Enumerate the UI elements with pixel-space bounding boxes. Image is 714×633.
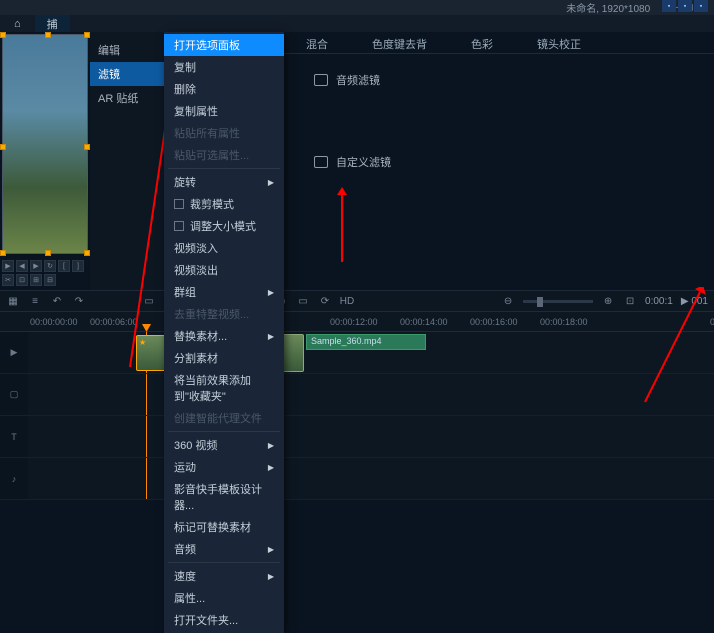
tool-j[interactable]: HD <box>340 294 354 308</box>
tab-filter[interactable]: 滤镜 <box>90 62 164 86</box>
menu-item[interactable]: 视频淡出 <box>164 259 284 281</box>
tc-button[interactable]: ⊡ <box>16 274 28 286</box>
tool-a[interactable]: ▭ <box>142 294 156 308</box>
custom-filter-icon <box>314 156 328 168</box>
context-menu: 打开选项面板复制删除复制属性粘贴所有属性粘贴可选属性... 旋转▶裁剪模式调整大小… <box>164 32 284 633</box>
filter-label: 自定义滤镜 <box>336 154 391 170</box>
menu-item[interactable]: 群组▶ <box>164 281 284 303</box>
ruler-tick: 00:00:06:00 <box>90 317 138 327</box>
zoom-out-icon[interactable]: ⊖ <box>501 294 515 308</box>
menu-item[interactable]: 调整大小模式 <box>164 215 284 237</box>
tc-button-3[interactable]: ⊟ <box>44 274 56 286</box>
filter-label: 音频滤镜 <box>336 72 380 88</box>
timeline-ruler[interactable]: 00:00:00:00 00:00:06:00 00:00:12:00 00:00:1… <box>0 312 714 332</box>
effects-side-panel: 编辑 滤镜 AR 贴纸 <box>90 32 164 290</box>
menu-item[interactable]: 裁剪模式 <box>164 193 284 215</box>
menu-item[interactable]: 旋转▶ <box>164 171 284 193</box>
storyboard-view-icon[interactable]: ▦ <box>6 294 20 308</box>
filter-tab-blend[interactable]: 混合 <box>284 32 350 53</box>
tool-i[interactable]: ⟳ <box>318 294 332 308</box>
timeline-view-icon[interactable]: ≡ <box>28 294 42 308</box>
audio-filter-icon <box>314 74 328 86</box>
mini-icon-a[interactable]: ▪ <box>662 0 676 12</box>
mark-in-button[interactable]: [ <box>58 260 70 272</box>
menu-item[interactable]: 打开文件夹... <box>164 609 284 631</box>
track-audio[interactable]: ♪ <box>0 458 714 500</box>
menu-item[interactable]: 分割素材 <box>164 347 284 369</box>
ruler-tick: 00:00:12:00 <box>330 317 378 327</box>
timeline-tracks: ▶ Sample_360.mp4 ▢ T ♪ <box>0 332 714 500</box>
menu-item[interactable]: 360 视频▶ <box>164 434 284 456</box>
menu-item[interactable]: 影音快手模板设计器... <box>164 478 284 516</box>
menu-item[interactable]: 将当前效果添加到"收藏夹" <box>164 369 284 407</box>
tool-redo[interactable]: ↷ <box>72 294 86 308</box>
mini-icon-c[interactable]: ▪ <box>694 0 708 12</box>
clip-label: Sample_360.mp4 <box>311 336 382 346</box>
menu-item[interactable]: 打开选项面板 <box>164 34 284 56</box>
play-button[interactable]: ▶ <box>2 260 14 272</box>
filter-item-audio[interactable]: 音频滤镜 <box>284 54 714 106</box>
menu-home[interactable]: ⌂ <box>0 15 35 32</box>
track-head-icon[interactable]: ▶ <box>0 332 28 373</box>
tool-undo[interactable]: ↶ <box>50 294 64 308</box>
tab-ar-sticker[interactable]: AR 贴纸 <box>90 86 164 110</box>
menu-item: 创建智能代理文件 <box>164 407 284 429</box>
timeline-toolbar: ▦ ≡ ↶ ↷ ▭ ▭ ▭ T ▭ ▭ ▭ ▭ ⟳ HD ⊖ ⊕ ⊡ 0:00:… <box>0 291 714 312</box>
menu-bar: ⌂ 捕 <box>0 15 714 32</box>
track-head-icon[interactable]: ♪ <box>0 458 28 499</box>
filter-tab-chroma[interactable]: 色度键去背 <box>350 32 449 53</box>
ruler-tick: 00:00:16:00 <box>470 317 518 327</box>
menu-item: 粘贴可选属性... <box>164 144 284 166</box>
tab-edit[interactable]: 编辑 <box>90 38 164 62</box>
ruler-tick: 00:00:14:00 <box>400 317 448 327</box>
zoom-slider[interactable] <box>523 300 593 303</box>
zoom-in-icon[interactable]: ⊕ <box>601 294 615 308</box>
clip-sample-360[interactable]: Sample_360.mp4 <box>306 334 426 350</box>
tool-h[interactable]: ▭ <box>296 294 310 308</box>
document-name: 未命名, 1920*1080 <box>566 0 650 15</box>
mini-icon-b[interactable]: ▪ <box>678 0 692 12</box>
filter-tab-lens[interactable]: 镜头校正 <box>515 32 603 53</box>
timeline-panel: ▦ ≡ ↶ ↷ ▭ ▭ ▭ T ▭ ▭ ▭ ▭ ⟳ HD ⊖ ⊕ ⊡ 0:00:… <box>0 290 714 500</box>
menu-item[interactable]: 速度▶ <box>164 565 284 587</box>
menu-item[interactable]: 属性... <box>164 587 284 609</box>
menu-item[interactable]: 复制属性 <box>164 100 284 122</box>
cut-button[interactable]: ✂ <box>2 274 14 286</box>
menu-item[interactable]: 标记可替换素材 <box>164 516 284 538</box>
menu-item: 去重特整视频... <box>164 303 284 325</box>
tc-button-2[interactable]: ⊞ <box>30 274 42 286</box>
menu-capture[interactable]: 捕 <box>35 15 70 32</box>
prev-button[interactable]: ◀ <box>16 260 28 272</box>
track-video[interactable]: ▶ Sample_360.mp4 <box>0 332 714 374</box>
ruler-tick: 00:00:2 <box>710 317 714 327</box>
track-head-icon[interactable]: T <box>0 416 28 457</box>
filter-tab-color[interactable]: 色彩 <box>449 32 515 53</box>
menu-item[interactable]: 替换素材...▶ <box>164 325 284 347</box>
ruler-tick: 00:00:00:00 <box>30 317 78 327</box>
preview-viewport[interactable] <box>2 34 88 254</box>
menu-item[interactable]: 音频▶ <box>164 538 284 560</box>
title-bar: 未命名, 1920*1080 — ▢ ✕ <box>0 0 714 15</box>
timecode-main: 0:00:1 <box>645 296 673 307</box>
menu-item[interactable]: 删除 <box>164 78 284 100</box>
ruler-tick: 00:00:18:00 <box>540 317 588 327</box>
zoom-fit-icon[interactable]: ⊡ <box>623 294 637 308</box>
filter-item-custom[interactable]: 自定义滤镜 <box>284 136 714 188</box>
loop-button[interactable]: ↻ <box>44 260 56 272</box>
menu-item[interactable]: 运动▶ <box>164 456 284 478</box>
timecode-end: ▶ 001 <box>681 296 708 307</box>
menu-item[interactable]: 复制 <box>164 56 284 78</box>
next-button[interactable]: ▶ <box>30 260 42 272</box>
transport-controls: ▶ ◀ ▶ ↻ [ ] ✂ ⊡ ⊞ ⊟ <box>0 256 90 290</box>
track-overlay-1[interactable]: ▢ <box>0 374 714 416</box>
track-overlay-2[interactable]: T <box>0 416 714 458</box>
mark-out-button[interactable]: ] <box>72 260 84 272</box>
track-head-icon[interactable]: ▢ <box>0 374 28 415</box>
menu-item: 粘贴所有属性 <box>164 122 284 144</box>
menu-item[interactable]: 视频淡入 <box>164 237 284 259</box>
